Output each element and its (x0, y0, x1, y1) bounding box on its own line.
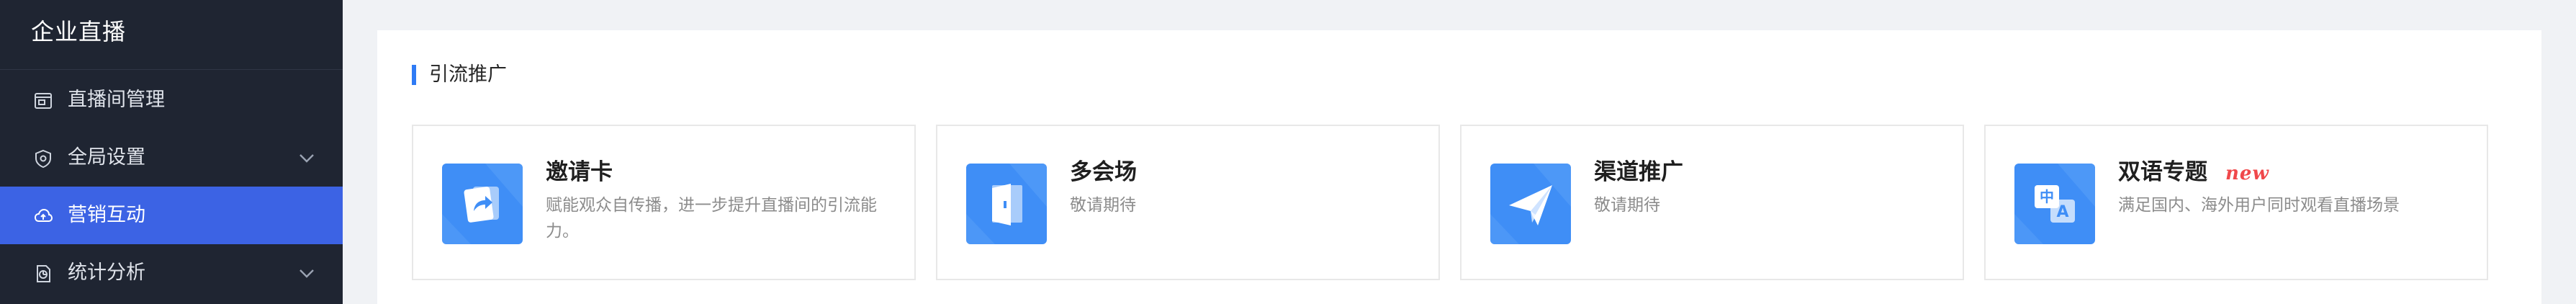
feature-description: 敬请期待 (1070, 196, 1136, 215)
sidebar: 企业直播 直播间管理 全局设置 营销互动 统计分析 (0, 0, 343, 304)
sidebar-divider (0, 69, 343, 70)
sidebar-item-global-settings[interactable]: 全局设置 (0, 129, 343, 187)
cloud-icon (33, 206, 53, 226)
feature-title: 渠道推广 (1594, 159, 1683, 185)
svg-text:A: A (2056, 203, 2068, 221)
chart-file-icon (33, 264, 53, 284)
sidebar-item-live-room-management[interactable]: 直播间管理 (0, 71, 343, 129)
feature-card-invitation[interactable]: 邀请卡 赋能观众自传播，进一步提升直播间的引流能力。 (412, 125, 916, 280)
feature-card-multi-venue[interactable]: 多会场 敬请期待 (936, 125, 1440, 280)
feature-card-channel-promotion[interactable]: 渠道推广 敬请期待 (1460, 125, 1964, 280)
section-accent-bar (412, 65, 416, 85)
feature-description: 赋能观众自传播，进一步提升直播间的引流能力。 (546, 196, 877, 241)
app-title: 企业直播 (31, 18, 127, 45)
sidebar-item-marketing-interaction[interactable]: 营销互动 (0, 187, 343, 244)
door-icon (966, 164, 1047, 244)
feature-card-bilingual[interactable]: 中 A 双语专题 new 满足国内、海外用户同时观看直播场景 (1984, 125, 2488, 280)
sidebar-item-label: 营销互动 (68, 204, 145, 226)
translate-icon: 中 A (2014, 164, 2095, 244)
paper-plane-icon (1490, 164, 1571, 244)
feature-title: 邀请卡 (546, 159, 613, 185)
feature-title: 双语专题 (2118, 159, 2207, 185)
feature-description: 满足国内、海外用户同时观看直播场景 (2118, 196, 2400, 215)
monitor-icon (33, 91, 53, 111)
feature-title: 多会场 (1070, 159, 1137, 185)
chevron-down-icon[interactable] (297, 264, 317, 282)
sidebar-item-label: 直播间管理 (68, 89, 165, 111)
share-card-icon (442, 164, 523, 244)
promotion-panel: 引流推广 邀请卡 赋能观众自传播，进一步提升直播间的引流能力。 多会场 敬请期待… (377, 30, 2541, 304)
feature-description: 敬请期待 (1594, 196, 1660, 215)
shield-icon (33, 148, 53, 169)
section-title: 引流推广 (429, 63, 507, 86)
sidebar-item-label: 统计分析 (68, 261, 145, 284)
new-badge: new (2225, 163, 2269, 184)
sidebar-item-label: 全局设置 (68, 146, 145, 169)
chevron-down-icon[interactable] (297, 149, 317, 166)
sidebar-item-statistics[interactable]: 统计分析 (0, 244, 343, 302)
